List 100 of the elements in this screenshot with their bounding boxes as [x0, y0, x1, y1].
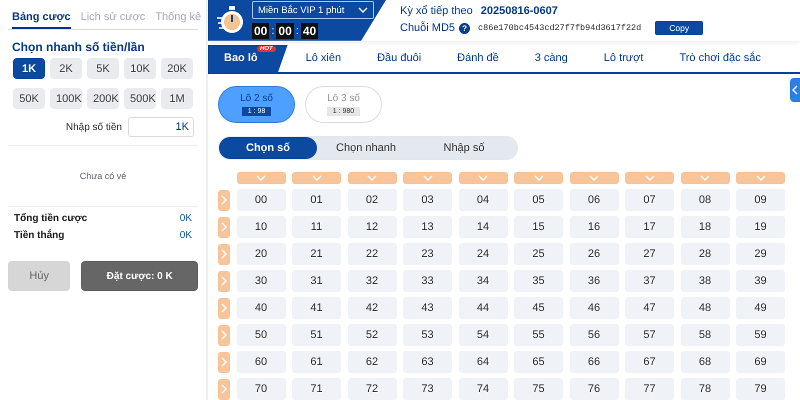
- number-button[interactable]: 36: [570, 270, 618, 292]
- number-button[interactable]: 32: [348, 270, 396, 292]
- copy-button[interactable]: Copy: [655, 21, 704, 36]
- row-select-button[interactable]: [218, 216, 230, 238]
- number-button[interactable]: 77: [625, 378, 674, 400]
- number-button[interactable]: 55: [514, 324, 563, 346]
- number-button[interactable]: 09: [736, 189, 785, 211]
- number-button[interactable]: 73: [403, 378, 452, 400]
- number-button[interactable]: 25: [514, 243, 563, 265]
- number-button[interactable]: 47: [625, 297, 674, 319]
- number-button[interactable]: 12: [348, 216, 396, 238]
- number-button[interactable]: 51: [292, 324, 341, 346]
- row-select-button[interactable]: [218, 352, 230, 372]
- number-button[interactable]: 75: [514, 378, 563, 400]
- number-button[interactable]: 08: [680, 189, 730, 211]
- number-button[interactable]: 16: [570, 216, 618, 238]
- number-button[interactable]: 59: [736, 324, 785, 346]
- row-select-button[interactable]: [218, 244, 230, 264]
- number-button[interactable]: 26: [570, 243, 618, 265]
- number-button[interactable]: 58: [680, 324, 730, 346]
- number-button[interactable]: 66: [570, 351, 618, 373]
- number-button[interactable]: 45: [514, 297, 563, 319]
- column-select-button[interactable]: [292, 172, 341, 184]
- game-tab[interactable]: Đầu đuôi: [359, 44, 440, 72]
- number-button[interactable]: 64: [458, 351, 508, 373]
- cancel-button[interactable]: Hủy: [8, 261, 70, 291]
- number-button[interactable]: 35: [514, 270, 563, 292]
- number-button[interactable]: 30: [236, 270, 286, 292]
- number-button[interactable]: 76: [570, 378, 618, 400]
- number-button[interactable]: 69: [736, 351, 785, 373]
- column-select-button[interactable]: [736, 172, 785, 184]
- column-select-button[interactable]: [570, 172, 618, 184]
- number-button[interactable]: 38: [680, 270, 730, 292]
- row-select-button[interactable]: [218, 378, 230, 400]
- game-tab[interactable]: Trò chơi đặc sắc: [661, 44, 779, 72]
- place-bet-button[interactable]: Đặt cược: 0 K: [81, 261, 198, 291]
- number-button[interactable]: 05: [514, 189, 563, 211]
- column-select-button[interactable]: [236, 172, 286, 184]
- amount-chip[interactable]: 1M: [161, 88, 193, 109]
- amount-chip[interactable]: 500K: [124, 88, 156, 109]
- help-icon[interactable]: ?: [459, 22, 470, 34]
- number-button[interactable]: 10: [236, 216, 286, 238]
- number-button[interactable]: 49: [736, 297, 785, 319]
- column-select-button[interactable]: [403, 172, 452, 184]
- number-button[interactable]: 17: [625, 216, 674, 238]
- amount-chip[interactable]: 1K: [13, 58, 45, 79]
- number-button[interactable]: 42: [348, 297, 396, 319]
- column-select-button[interactable]: [458, 172, 508, 184]
- mode-tab[interactable]: Nhập số: [415, 137, 513, 159]
- game-tab[interactable]: Lô xiên: [288, 44, 360, 72]
- number-button[interactable]: 19: [736, 216, 785, 238]
- number-button[interactable]: 29: [736, 243, 785, 265]
- amount-chip[interactable]: 20K: [161, 58, 193, 79]
- number-button[interactable]: 28: [680, 243, 730, 265]
- number-button[interactable]: 39: [736, 270, 785, 292]
- number-button[interactable]: 70: [236, 378, 286, 400]
- amount-chip[interactable]: 10K: [124, 58, 156, 79]
- number-button[interactable]: 71: [292, 378, 341, 400]
- row-select-button[interactable]: [218, 324, 230, 346]
- number-button[interactable]: 41: [292, 297, 341, 319]
- mode-tab[interactable]: Chọn nhanh: [317, 137, 415, 159]
- number-button[interactable]: 07: [625, 189, 674, 211]
- panel-tab[interactable]: Bảng cược: [12, 10, 71, 29]
- number-button[interactable]: 40: [236, 297, 286, 319]
- number-button[interactable]: 11: [292, 216, 341, 238]
- amount-input[interactable]: 1K: [128, 117, 194, 137]
- amount-chip[interactable]: 5K: [87, 58, 119, 79]
- number-button[interactable]: 00: [236, 189, 286, 211]
- number-button[interactable]: 63: [403, 351, 452, 373]
- number-button[interactable]: 52: [348, 324, 396, 346]
- column-select-button[interactable]: [680, 172, 730, 184]
- column-select-button[interactable]: [514, 172, 563, 184]
- amount-chip[interactable]: 50K: [13, 88, 45, 109]
- number-button[interactable]: 79: [736, 378, 785, 400]
- number-button[interactable]: 15: [514, 216, 563, 238]
- number-button[interactable]: 02: [348, 189, 396, 211]
- number-button[interactable]: 14: [458, 216, 508, 238]
- number-button[interactable]: 13: [403, 216, 452, 238]
- number-button[interactable]: 06: [570, 189, 618, 211]
- row-select-button[interactable]: [218, 270, 230, 292]
- amount-chip[interactable]: 200K: [87, 88, 119, 109]
- game-tab[interactable]: 3 càng: [516, 44, 586, 72]
- number-button[interactable]: 37: [625, 270, 674, 292]
- number-button[interactable]: 44: [458, 297, 508, 319]
- row-select-button[interactable]: [218, 298, 230, 318]
- number-button[interactable]: 57: [625, 324, 674, 346]
- number-button[interactable]: 43: [403, 297, 452, 319]
- number-button[interactable]: 34: [458, 270, 508, 292]
- number-button[interactable]: 67: [625, 351, 674, 373]
- game-tab[interactable]: Đánh đề: [439, 44, 517, 72]
- number-button[interactable]: 68: [680, 351, 730, 373]
- number-button[interactable]: 54: [458, 324, 508, 346]
- amount-chip[interactable]: 100K: [50, 88, 82, 109]
- number-button[interactable]: 56: [570, 324, 618, 346]
- number-button[interactable]: 31: [292, 270, 341, 292]
- number-button[interactable]: 48: [680, 297, 730, 319]
- row-select-button[interactable]: [218, 190, 230, 210]
- number-button[interactable]: 21: [292, 243, 341, 265]
- number-button[interactable]: 33: [403, 270, 452, 292]
- collapse-handle[interactable]: [790, 78, 800, 102]
